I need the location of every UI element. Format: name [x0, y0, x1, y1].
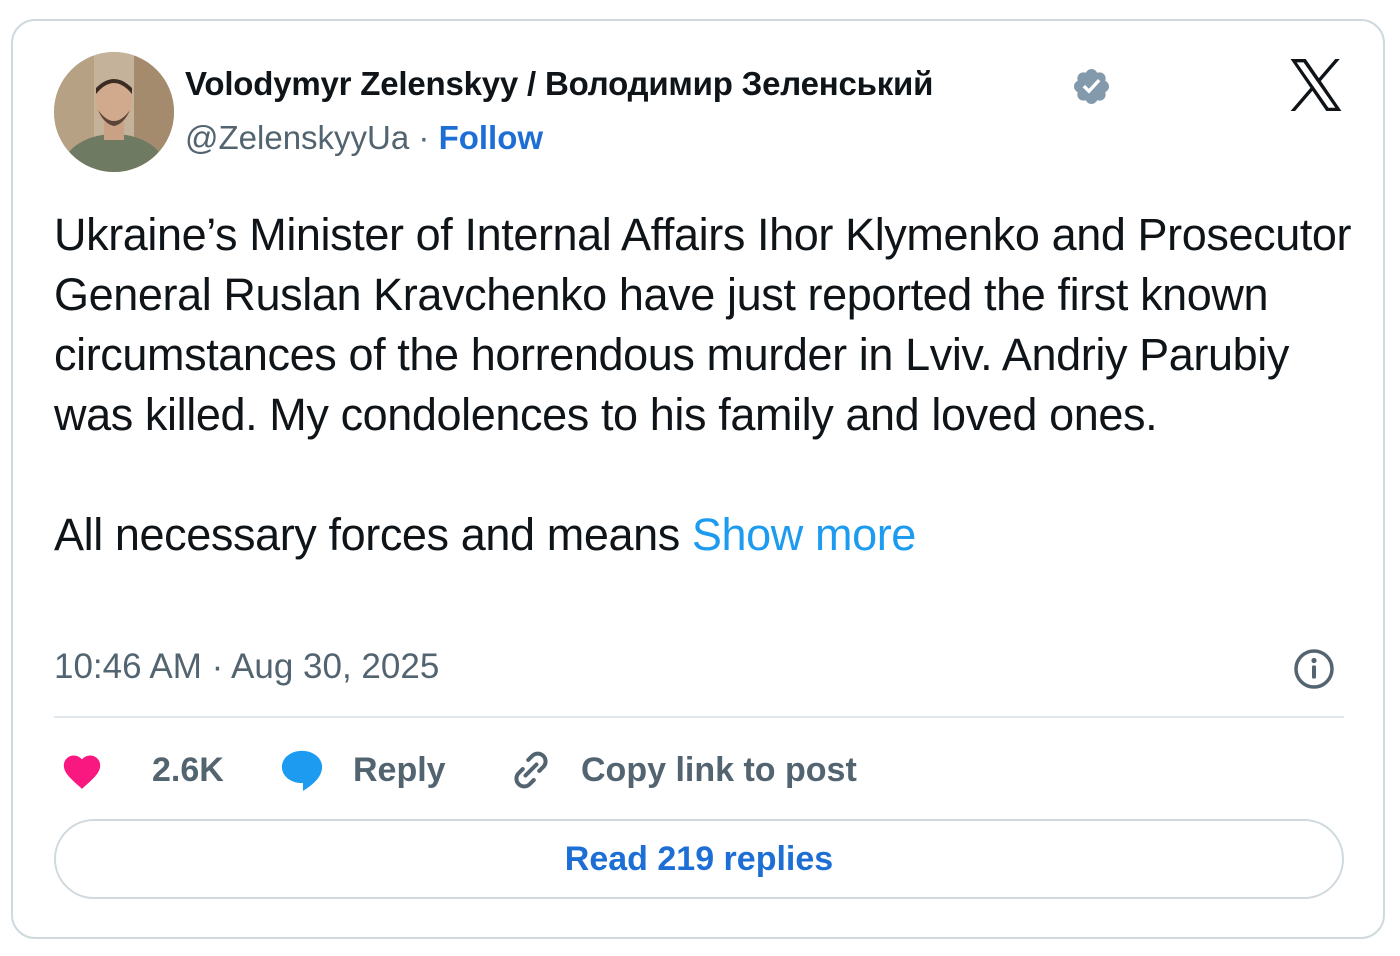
heart-icon: [63, 755, 101, 789]
x-logo-icon[interactable]: [1287, 59, 1345, 111]
post-paragraph-2-text: All necessary forces and means: [54, 509, 680, 560]
post-body: Ukraine’s Minister of Internal Affairs I…: [54, 205, 1354, 565]
read-replies-label: Read 219 replies: [564, 839, 834, 878]
follow-button[interactable]: Follow: [439, 119, 543, 156]
read-replies-button[interactable]: Read 219 replies: [54, 819, 1344, 899]
copy-link-button[interactable]: Copy link to post: [509, 747, 857, 793]
author-avatar[interactable]: [54, 52, 174, 172]
author-handle[interactable]: @ZelenskyyUa: [185, 119, 409, 156]
post-timestamp[interactable]: 10:46 AM · Aug 30, 2025: [54, 647, 439, 687]
author-name[interactable]: Volodymyr Zelenskyy / Володимир Зеленськ…: [185, 65, 933, 103]
divider: [54, 716, 1344, 718]
like-count: 2.6K: [152, 750, 224, 789]
handle-separator: ·: [418, 119, 430, 156]
reply-button[interactable]: Reply: [279, 747, 446, 793]
copy-link-label: Copy link to post: [581, 750, 857, 789]
info-icon[interactable]: [1293, 648, 1335, 690]
reply-label: Reply: [353, 750, 446, 789]
post-paragraph-2: All necessary forces and means Show more: [54, 505, 1354, 565]
like-button[interactable]: 2.6K: [60, 747, 224, 793]
verified-badge-icon: [1071, 66, 1112, 107]
speech-bubble-icon: [281, 750, 323, 792]
link-icon: [514, 751, 548, 789]
post-paragraph-1: Ukraine’s Minister of Internal Affairs I…: [54, 209, 1352, 440]
post-embed-card: Volodymyr Zelenskyy / Володимир Зеленськ…: [11, 19, 1385, 939]
show-more-link[interactable]: Show more: [692, 509, 916, 560]
author-handle-row: @ZelenskyyUa · Follow: [185, 119, 543, 157]
